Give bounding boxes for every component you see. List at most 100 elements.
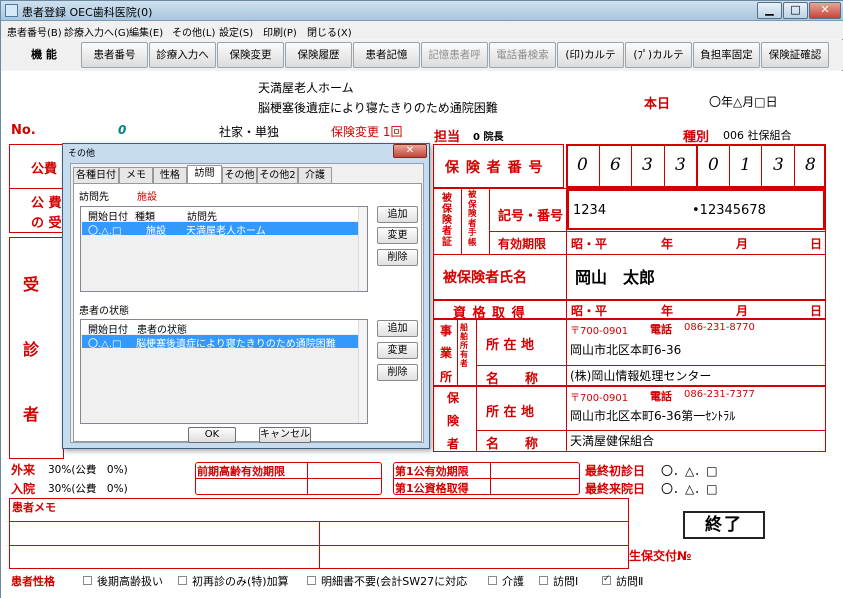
insured-name-label: 被保険者氏名 [443,270,527,286]
status-list[interactable]: 開始日付 患者の状態 〇.△.□ 脳梗塞後遺症により寝たきりのため通院困難 [80,319,368,424]
visit-change-button[interactable]: 変更 [377,227,418,244]
tab-visit[interactable]: 訪問 [187,165,222,184]
insurer-digit-6: 1 [740,155,751,175]
dialog-cancel-button[interactable]: キャンセル [259,427,311,443]
doctor-label: 担当 [434,130,461,145]
menu-close[interactable]: 閉じる(X) [307,24,352,39]
visit-label: 訪問先 [79,192,109,203]
treatment-input-button[interactable]: 診療入力へ [149,42,216,68]
employer-name: (株)岡山情報処理センター [570,369,712,383]
status-change-button[interactable]: 変更 [377,342,418,359]
first-visit-label: 最終初診日 [585,464,646,478]
nyuin-label: 入院 [11,482,36,496]
visit-list-row[interactable]: 〇.△.□ 施設 天満屋老人ホーム [82,222,358,237]
tab-care[interactable]: 介護 [298,167,332,183]
acquire-month-label: 月 [736,304,749,318]
insurance-history-button[interactable]: 保険履歴 [285,42,352,68]
trait-label-houmon1: 訪問Ⅰ [553,575,579,588]
trait-checkbox-houmon2[interactable] [602,574,611,585]
acquire-year-label: 年 [661,304,674,318]
patient-number-button[interactable]: 患者番号 [81,42,148,68]
status-delete-button[interactable]: 削除 [377,364,418,381]
valid-year-label: 年 [661,237,674,251]
tab-other[interactable]: その他 [222,167,257,183]
employer-address: 岡山市北区本町6-36 [570,343,682,357]
print-chart-button[interactable]: (印)カルテ [557,42,624,68]
visit-col-place: 訪問先 [187,212,217,223]
employer-name-label: 名 称 [486,372,539,387]
status-add-button[interactable]: 追加 [377,320,418,337]
doctor-value: 0 院長 [473,132,504,143]
menu-settings[interactable]: 設定(S) [219,24,253,39]
visit-delete-button[interactable]: 削除 [377,249,418,266]
tab-memo[interactable]: メモ [119,167,153,183]
title-bar: 患者登録 OEC歯科医院(0) ▁ □ ✕ [1,1,843,21]
menu-other[interactable]: その他(L) [172,24,215,39]
insured-type: 社家・単独 [219,125,280,139]
maximize-button[interactable]: □ [783,2,808,19]
tab-character[interactable]: 性格 [153,167,187,183]
trait-checkbox-meisai[interactable] [307,576,316,585]
gairai-value: 30%(公費 0%) [48,464,128,476]
status-col-status: 患者の状態 [137,325,187,336]
dialog-body: 各種日付 メモ 性格 訪問 その他 その他2 介護 訪問先 施設 開始日付 種類… [70,163,424,443]
other-dialog: その他 ✕ 各種日付 メモ 性格 訪問 その他 その他2 介護 訪問先 施設 開… [62,143,430,449]
patient-label-3: 者 [23,405,40,424]
acquire-day-label: 日 [810,304,823,318]
visit-list[interactable]: 開始日付 種類 訪問先 〇.△.□ 施設 天満屋老人ホーム [80,206,368,292]
patient-no-value[interactable]: 0 [118,123,126,137]
tab-other2[interactable]: その他2 [257,167,298,183]
ship-owner-label: 船舶所有者 [460,323,468,368]
visit-add-button[interactable]: 追加 [377,206,418,223]
status-list-scrollbar[interactable] [358,320,367,423]
facility-note: 脳梗塞後遺症により寝たきりのため通院困難 [258,101,498,115]
trait-checkbox-kaigo[interactable] [488,576,497,585]
kouhi-label: 公費 [31,162,58,177]
tab-dates[interactable]: 各種日付 [73,167,119,183]
trait-label-kaigo: 介護 [502,575,524,588]
trait-checkbox-shosai[interactable] [178,576,187,585]
trait-checkbox-houmon1[interactable] [539,576,548,585]
employer-label-3: 所 [440,370,453,384]
menu-print[interactable]: 印刷(P) [263,24,297,39]
trait-label-meisai: 明細書不要(会計SW27に対応 [321,575,468,588]
minimize-button[interactable]: ▁ [757,2,782,19]
status-list-row[interactable]: 〇.△.□ 脳梗塞後遺症により寝たきりのため通院困難 [82,335,358,350]
status-row-date: 〇.△.□ [88,339,122,350]
menu-patient-number[interactable]: 患者番号(B) [7,24,62,39]
kouhi1-valid-label: 第1公有効期限 [395,465,469,478]
insurer-tel: 086-231-7377 [684,389,755,400]
status-row-text: 脳梗塞後遺症により寝たきりのため通院困難 [136,339,336,350]
insurance-card-check-button[interactable]: 保険証確認 [761,42,829,68]
no-label: No. [11,123,36,138]
valid-era: 昭・平 [571,237,608,251]
function-label: 機 能 [13,42,75,68]
memo-label: 患者メモ [12,501,56,514]
burden-fix-button[interactable]: 負担率固定 [693,42,760,68]
employer-tel-label: 電話 [650,323,672,336]
trait-checkbox-kouki[interactable] [83,576,92,585]
kigou-label: 記号・番号 [498,209,564,224]
preview-chart-button[interactable]: (ﾌﾟ)カルテ [625,42,692,68]
recall-patient-button: 記憶患者呼 [421,42,488,68]
patient-memory-button[interactable]: 患者記憶 [353,42,420,68]
finish-button[interactable]: 終了 [683,511,765,539]
visit-list-header: 開始日付 種類 訪問先 [81,207,367,223]
close-button[interactable]: ✕ [809,2,841,19]
dialog-ok-button[interactable]: OK [188,427,236,443]
patient-label-2: 診 [23,340,40,359]
valid-label: 有効期限 [498,237,547,251]
insurer-digit-3: 3 [642,155,653,175]
insurer-digit-5: 0 [708,155,719,175]
function-toolbar: 機 能 患者番号 診療入力へ 保険変更 保険履歴 患者記憶 記憶患者呼 電話番検… [1,40,843,70]
insured-name-value[interactable]: 岡山 太郎 [575,264,655,288]
traits-label: 患者性格 [11,575,55,588]
seiho-label: 生保交付№ [629,549,692,563]
valid-month-label: 月 [736,237,749,251]
dialog-close-button[interactable]: ✕ [393,144,427,158]
kouki-label: 前期高齢有効期限 [197,465,285,478]
visit-list-scrollbar[interactable] [358,207,367,291]
menu-treatment-input[interactable]: 診療入力へ(G) [64,24,130,39]
insurance-change-button[interactable]: 保険変更 [217,42,284,68]
menu-edit[interactable]: 編集(E) [129,24,163,39]
